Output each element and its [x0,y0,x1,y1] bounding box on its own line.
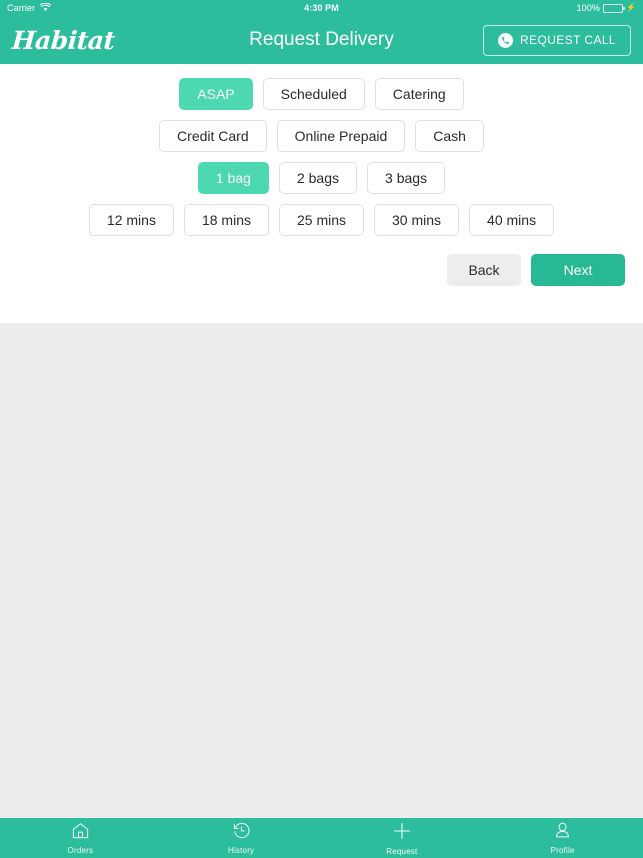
tab-history[interactable]: History [161,818,322,858]
option-delivery-type-2[interactable]: Catering [374,78,464,110]
phone-icon [498,32,514,48]
tab-orders-label: Orders [67,846,94,855]
option-prep-time-1[interactable]: 18 mins [183,204,269,236]
tab-profile-label: Profile [550,846,575,855]
status-bar-right: 100% ⚡ [577,3,636,13]
option-bag-count-2[interactable]: 3 bags [367,162,446,194]
bottom-tab-bar: Orders History Request Profile [0,818,643,858]
status-bar-left: Carrier [7,2,52,14]
home-icon [71,821,90,845]
app-header: Habitat Request Delivery REQUEST CALL [0,16,643,64]
battery-full-icon [602,3,625,13]
option-prep-time-3[interactable]: 30 mins [374,204,460,236]
tab-history-label: History [227,846,255,855]
brand-logo: Habitat [10,25,116,55]
option-row-bag-count: 1 bag 2 bags 3 bags [0,162,643,194]
content-area [0,323,643,835]
option-prep-time-2[interactable]: 25 mins [278,204,365,236]
option-rows: ASAP Scheduled Catering Credit Card Online P… [0,78,643,236]
option-payment-method-2[interactable]: Cash [415,120,484,152]
person-icon [553,821,572,845]
plus-icon [392,821,412,846]
option-prep-time-0[interactable]: 12 mins [88,204,174,236]
charging-bolt-icon: ⚡ [625,3,636,12]
form-actions: Back Next [0,246,643,286]
request-call-button[interactable]: REQUEST CALL [483,24,631,56]
tab-profile[interactable]: Profile [482,818,643,858]
status-bar: Carrier 4:30 PM 100% ⚡ [0,0,643,16]
next-button[interactable]: Next [531,254,625,286]
back-button[interactable]: Back [447,254,521,286]
option-row-payment-method: Credit Card Online Prepaid Cash [0,120,643,152]
option-prep-time-4[interactable]: 40 mins [469,204,555,236]
clock-rewind-icon [232,821,251,845]
carrier-label: Carrier [7,3,36,13]
option-payment-method-0[interactable]: Credit Card [159,120,267,152]
battery-percent-label: 100% [576,3,600,13]
option-payment-method-1[interactable]: Online Prepaid [276,120,406,152]
tab-request[interactable]: Request [322,818,483,858]
option-delivery-type-1[interactable]: Scheduled [262,78,365,110]
option-bag-count-0[interactable]: 1 bag [197,162,269,194]
tab-request-label: Request [386,846,418,856]
option-bag-count-1[interactable]: 2 bags [278,162,358,194]
tab-orders[interactable]: Orders [0,818,161,858]
request-call-label: REQUEST CALL [520,33,616,47]
option-row-prep-time: 12 mins 18 mins 25 mins 30 mins 40 mins [0,204,643,236]
option-delivery-type-0[interactable]: ASAP [179,78,253,110]
wifi-icon [39,2,52,14]
status-bar-time: 4:30 PM [304,3,339,13]
request-form-panel: ASAP Scheduled Catering Credit Card Online P… [0,64,643,323]
option-row-delivery-type: ASAP Scheduled Catering [0,78,643,110]
